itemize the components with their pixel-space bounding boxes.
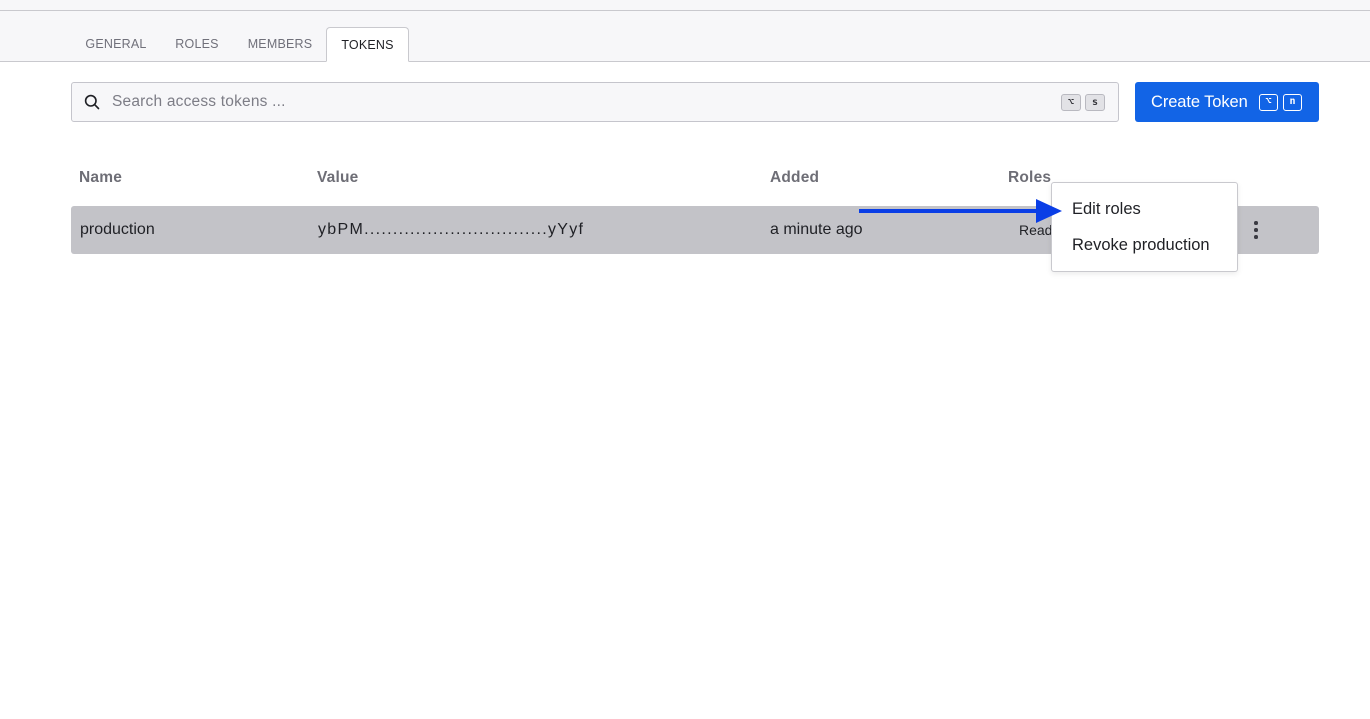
search-shortcut-s-key: s [1085,94,1105,111]
annotation-arrow-icon [859,199,1062,223]
tabs-divider [0,61,1370,62]
column-header-value[interactable]: Value [317,169,359,187]
token-name: production [80,221,155,238]
search-box: ⌥ s [71,82,1119,122]
token-added: a minute ago [770,221,863,238]
top-divider [0,10,1370,11]
token-value: ybPM................................yYyf [318,221,585,238]
row-context-menu: Edit roles Revoke production [1051,182,1238,272]
column-header-added[interactable]: Added [770,169,819,187]
search-shortcut-option-key: ⌥ [1061,94,1081,111]
create-token-button[interactable]: Create Token ⌥ n [1135,82,1319,122]
search-icon [84,94,100,110]
create-shortcut-n-key: n [1283,94,1302,111]
menu-item-revoke-token[interactable]: Revoke production [1072,236,1210,255]
tab-tokens[interactable]: TOKENS [326,27,409,62]
tab-roles[interactable]: ROLES [160,27,234,62]
menu-item-edit-roles[interactable]: Edit roles [1072,200,1141,219]
row-actions-kebab-icon[interactable] [1246,219,1266,241]
create-token-label: Create Token [1151,93,1248,111]
column-header-name[interactable]: Name [79,169,122,187]
create-shortcut-option-key: ⌥ [1259,94,1278,111]
tab-members[interactable]: MEMBERS [234,27,326,62]
search-input[interactable] [112,83,1052,121]
tab-general[interactable]: GENERAL [72,27,160,62]
column-header-roles[interactable]: Roles [1008,169,1051,187]
